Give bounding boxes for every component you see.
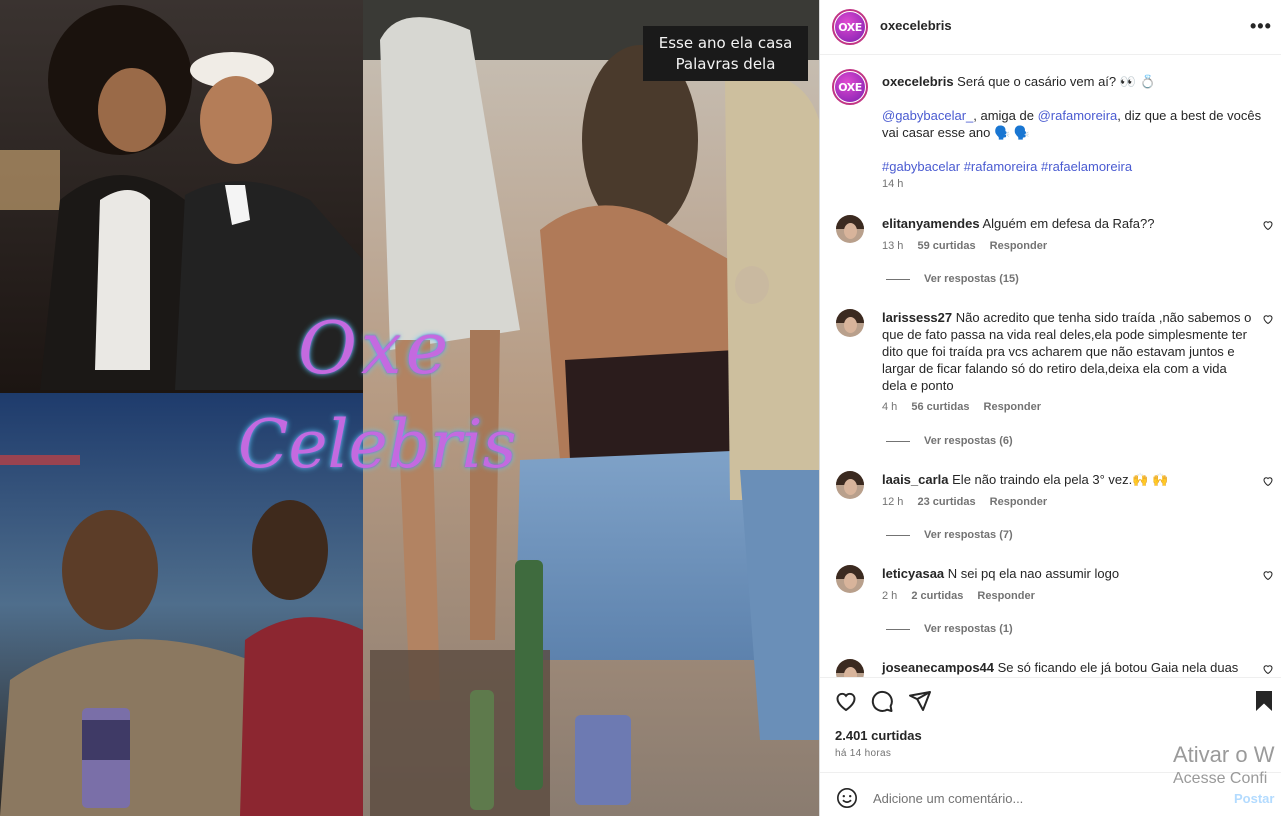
reply-button[interactable]: Responder [990, 240, 1047, 252]
caption-text: , amiga de [973, 108, 1038, 123]
mention-link[interactable]: @rafamoreira [1038, 108, 1118, 123]
comment-username[interactable]: leticyasaa [882, 566, 944, 581]
bookmark-icon[interactable] [1252, 689, 1276, 713]
add-comment-bar: Adicione um comentário... Postar [820, 772, 1281, 816]
comment-time: 13 h [882, 240, 904, 252]
mention-link[interactable]: @gabybacelar_ [882, 108, 973, 123]
send-icon[interactable] [908, 689, 932, 713]
post-caption: oxecelebris Será que o casário vem aí? 👀… [882, 73, 1262, 193]
header-avatar[interactable]: OXE [832, 9, 868, 45]
commenter-avatar[interactable] [836, 215, 864, 243]
avatar-logo: OXE [835, 72, 865, 102]
heart-icon[interactable] [1262, 313, 1274, 325]
heart-icon[interactable] [1262, 569, 1274, 581]
overlay-caption-line1: Esse ano ela casa [658, 34, 793, 52]
view-replies-label: Ver respostas (1) [924, 623, 1013, 635]
comment-text: N sei pq ela nao assumir logo [947, 566, 1120, 581]
heart-icon[interactable] [1262, 475, 1274, 487]
hashtag-link[interactable]: #rafamoreira [964, 159, 1038, 174]
comment-likes[interactable]: 56 curtidas [911, 401, 969, 413]
view-replies-button[interactable]: Ver respostas (15) [886, 273, 1019, 285]
view-replies-label: Ver respostas (7) [924, 529, 1013, 541]
caption-avatar[interactable]: OXE [832, 69, 868, 105]
comment-body: joseanecampos44 Se só ficando ele já bot… [882, 659, 1254, 676]
hashtag-link[interactable]: #rafaelamoreira [1041, 159, 1132, 174]
comment-text: Se só ficando ele já botou Gaia nela dua… [997, 660, 1239, 675]
comment-body: larissess27 Não acredito que tenha sido … [882, 309, 1254, 394]
reply-button[interactable]: Responder [984, 401, 1041, 413]
comment-username[interactable]: laais_carla [882, 472, 949, 487]
comment-text: Ele não traindo ela pela 3° vez.🙌 🙌 [952, 472, 1169, 487]
commenter-avatar[interactable] [836, 471, 864, 499]
comment-time: 2 h [882, 590, 898, 602]
likes-count[interactable]: 2.401 curtidas [835, 728, 922, 743]
comment-body: leticyasaa N sei pq ela nao assumir logo [882, 565, 1254, 582]
commenter-avatar[interactable] [836, 565, 864, 593]
comment-text: Alguém em defesa da Rafa?? [982, 216, 1155, 231]
comment-username[interactable]: joseanecampos44 [882, 660, 994, 675]
comment-likes[interactable]: 59 curtidas [917, 240, 975, 252]
heart-icon[interactable] [834, 689, 858, 713]
view-replies-label: Ver respostas (6) [924, 435, 1013, 447]
heart-icon[interactable] [1262, 219, 1274, 231]
post-actions: 2.401 curtidas há 14 horas [820, 677, 1281, 772]
heart-icon[interactable] [1262, 663, 1274, 675]
comment-username[interactable]: elitanyamendes [882, 216, 980, 231]
post-timestamp: há 14 horas [835, 748, 892, 759]
comment-meta: 2 h 2 curtidas Responder [882, 590, 1046, 602]
reply-button[interactable]: Responder [990, 496, 1047, 508]
caption-time: 14 h [882, 178, 904, 190]
comment-likes[interactable]: 2 curtidas [911, 590, 963, 602]
hashtag-link[interactable]: #gabybacelar [882, 159, 960, 174]
commenter-avatar[interactable] [836, 659, 864, 677]
header-username[interactable]: oxecelebris [880, 18, 952, 33]
view-replies-button[interactable]: Ver respostas (6) [886, 435, 1013, 447]
comment-time: 4 h [882, 401, 898, 413]
comments-list[interactable]: OXE oxecelebris Será que o casário vem a… [820, 56, 1281, 677]
avatar-logo: OXE [835, 12, 865, 42]
comment-username[interactable]: larissess27 [882, 310, 952, 325]
comment-time: 12 h [882, 496, 904, 508]
view-replies-button[interactable]: Ver respostas (1) [886, 623, 1013, 635]
caption-username[interactable]: oxecelebris [882, 74, 954, 89]
overlay-caption: Esse ano ela casa Palavras dela [643, 26, 808, 81]
view-replies-label: Ver respostas (15) [924, 273, 1019, 285]
post-header: OXE oxecelebris ••• [820, 0, 1281, 55]
post-media[interactable]: Esse ano ela casa Palavras dela Oxe Cele… [0, 0, 819, 816]
watermark-line1: Oxe [298, 306, 453, 390]
more-horizontal-icon[interactable]: ••• [1250, 16, 1272, 37]
comment-icon[interactable] [870, 689, 894, 713]
instagram-post-modal: Esse ano ela casa Palavras dela Oxe Cele… [0, 0, 1281, 816]
comment-input[interactable]: Adicione um comentário... [873, 791, 1023, 806]
view-replies-button[interactable]: Ver respostas (7) [886, 529, 1013, 541]
reply-button[interactable]: Responder [977, 590, 1034, 602]
comment-meta: 4 h 56 curtidas Responder [882, 401, 1052, 413]
emoji-icon[interactable] [836, 787, 858, 809]
comment-meta: 12 h 23 curtidas Responder [882, 496, 1058, 508]
comment-body: elitanyamendes Alguém em defesa da Rafa?… [882, 215, 1254, 232]
post-details-panel: OXE oxecelebris ••• OXE oxecelebris Será… [819, 0, 1281, 816]
commenter-avatar[interactable] [836, 309, 864, 337]
post-comment-button[interactable]: Postar [1234, 791, 1274, 806]
overlay-caption-line2: Palavras dela [675, 55, 776, 73]
watermark-logo: Oxe Celebris [238, 306, 517, 512]
watermark-line2: Celebris [238, 406, 517, 483]
comment-meta: 13 h 59 curtidas Responder [882, 240, 1058, 252]
caption-intro: Será que o casário vem aí? 👀 💍 [957, 74, 1156, 89]
comment-body: laais_carla Ele não traindo ela pela 3° … [882, 471, 1254, 488]
comment-likes[interactable]: 23 curtidas [917, 496, 975, 508]
